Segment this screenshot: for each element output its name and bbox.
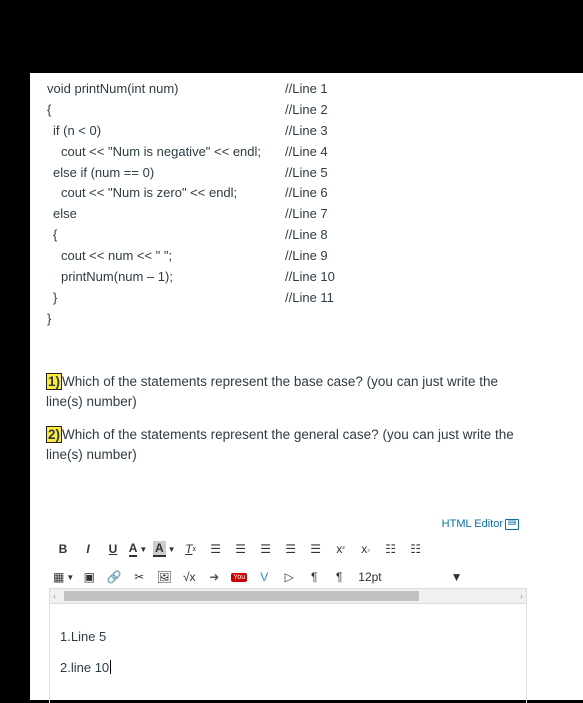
font-color-icon[interactable]: A ▼: [128, 539, 148, 559]
font-size-select[interactable]: 12pt: [358, 567, 381, 587]
indent-icon[interactable]: ☰: [281, 539, 301, 559]
editor-content-area[interactable]: 1.Line 5 2.line 10: [49, 603, 527, 703]
math-equation-icon[interactable]: √x: [179, 567, 199, 587]
question-1-number: 1): [46, 373, 63, 390]
youtube-icon[interactable]: You: [229, 567, 249, 587]
code-line-comment: //Line 1: [285, 81, 328, 96]
align-right-icon[interactable]: ☰: [256, 539, 276, 559]
table-icon[interactable]: ▦ ▼: [53, 567, 74, 587]
scroll-left-icon[interactable]: ‹: [53, 589, 56, 603]
code-statement: if (n < 0): [53, 122, 102, 138]
code-line-comment: //Line 3: [285, 122, 328, 138]
subscript-icon[interactable]: x₂: [356, 539, 376, 559]
background-color-icon[interactable]: A ▼: [153, 539, 176, 559]
unlink-icon[interactable]: ✂: [129, 567, 149, 587]
question-1-text: Which of the statements represent the ba…: [46, 374, 498, 409]
code-statement: else if (num == 0): [53, 164, 155, 180]
media-icon[interactable]: ▣: [79, 567, 99, 587]
question-2-number: 2): [46, 426, 63, 443]
code-statement: void printNum(int num): [47, 81, 179, 96]
horizontal-scrollbar[interactable]: ‹ ›: [49, 588, 527, 604]
clear-formatting-icon[interactable]: Tx: [181, 539, 201, 559]
code-statement: }: [53, 289, 58, 305]
code-statement: {: [53, 227, 58, 243]
question-2: 2) Which of the statements represent the …: [46, 425, 526, 465]
code-statement: cout << "Num is zero" << endl;: [61, 185, 238, 201]
code-line-comment: //Line 6: [285, 185, 328, 201]
code-line-comment: //Line 4: [285, 143, 328, 159]
answer-line-2-text: 2.line 10: [60, 660, 110, 675]
vimeo-icon[interactable]: V: [254, 567, 274, 587]
bullet-list-icon[interactable]: ☷: [381, 539, 401, 559]
scrollbar-thumb[interactable]: [64, 591, 419, 601]
align-left-icon[interactable]: ☰: [206, 539, 226, 559]
question-2-text: Which of the statements represent the ge…: [46, 427, 514, 462]
toolbar-row-2: ▦ ▼ ▣ 🔗 ✂ 🖼 √x ➜ You V ▷ ¶ ¶ 12pt ▼: [53, 567, 472, 587]
answer-line-2: 2.line 10: [60, 660, 112, 675]
code-statement: else: [53, 206, 77, 222]
font-size-dropdown-icon[interactable]: ▼: [447, 567, 467, 587]
superscript-icon[interactable]: x²: [331, 539, 351, 559]
text-cursor: [110, 660, 112, 674]
keyboard-icon[interactable]: ⌨: [505, 518, 519, 530]
code-statement: {: [47, 101, 52, 117]
question-1: 1) Which of the statements represent the …: [46, 372, 526, 412]
image-icon[interactable]: 🖼: [154, 567, 174, 587]
answer-line-1: 1.Line 5: [60, 629, 107, 644]
italic-icon[interactable]: I: [78, 539, 98, 559]
bold-icon[interactable]: B: [53, 539, 73, 559]
code-line-comment: //Line 2: [285, 101, 328, 117]
code-line-comment: //Line 9: [285, 248, 328, 264]
html-editor-link[interactable]: HTML Editor ⌨: [442, 518, 519, 530]
video-icon[interactable]: ▷: [279, 567, 299, 587]
code-statement: }: [47, 310, 52, 326]
html-editor-label: HTML Editor: [441, 518, 503, 530]
toolbar-row-1: B I U A ▼ A ▼ Tx ☰ ☰ ☰ ☰ ☰ x² x₂ ☷ ☷: [53, 539, 431, 559]
code-statement: cout << "Num is negative" << endl;: [61, 143, 262, 159]
code-statement: cout << num << " ";: [61, 248, 173, 264]
code-line-comment: //Line 8: [285, 227, 328, 243]
outdent-icon[interactable]: ☰: [306, 539, 326, 559]
numbered-list-icon[interactable]: ☷: [406, 539, 426, 559]
ltr-paragraph-icon[interactable]: ¶: [304, 567, 324, 587]
code-line-comment: //Line 11: [285, 289, 334, 305]
link-icon[interactable]: 🔗: [104, 567, 124, 587]
code-line-comment: //Line 7: [285, 206, 328, 222]
code-statement: printNum(num – 1);: [61, 269, 173, 285]
rtl-paragraph-icon[interactable]: ¶: [329, 567, 349, 587]
scroll-right-icon[interactable]: ›: [520, 589, 523, 603]
align-center-icon[interactable]: ☰: [231, 539, 251, 559]
code-line-comment: //Line 5: [285, 164, 328, 180]
lti-tool-icon[interactable]: ➜: [204, 567, 224, 587]
code-line-comment: //Line 10: [285, 269, 335, 285]
underline-icon[interactable]: U: [103, 539, 123, 559]
